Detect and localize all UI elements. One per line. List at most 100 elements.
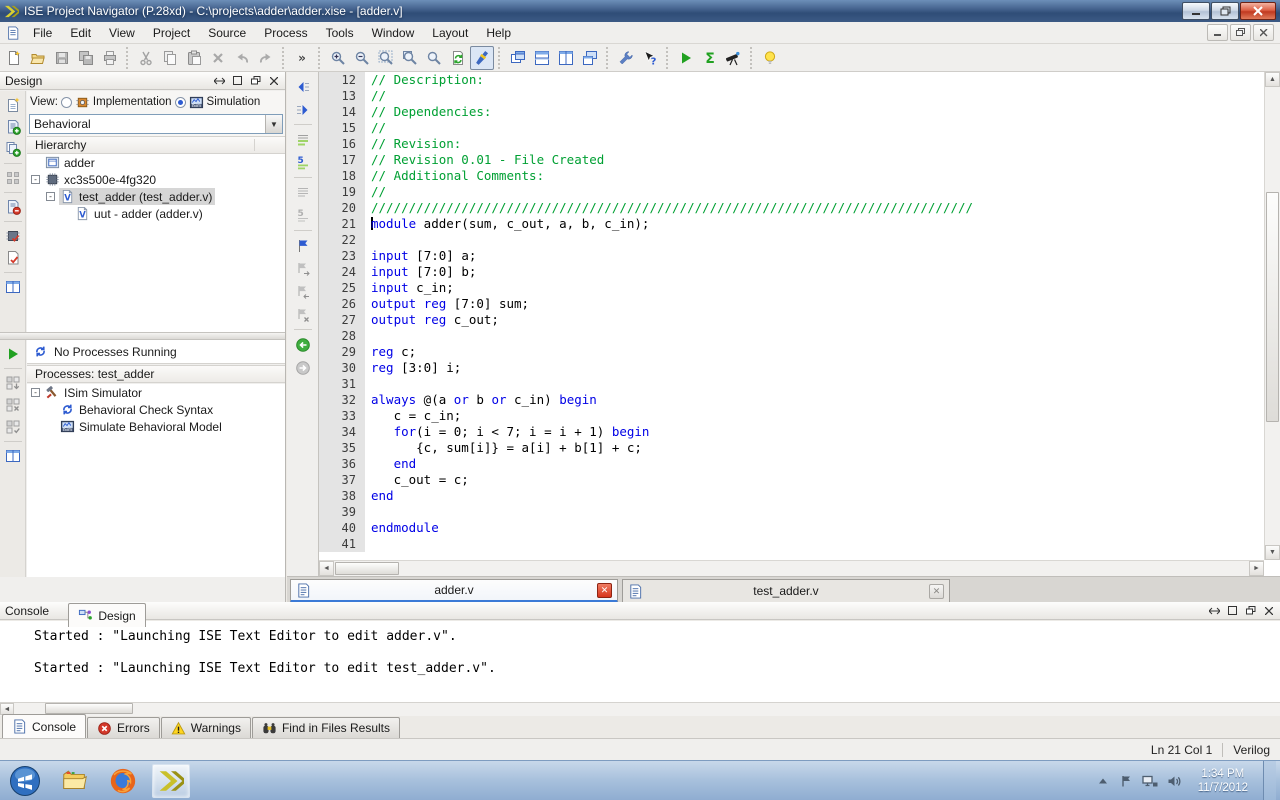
code-line[interactable]: 35 {c, sum[i]} = a[i] + b[1] + c; xyxy=(319,440,1264,456)
code-line[interactable]: 38end xyxy=(319,488,1264,504)
code-line[interactable]: 40endmodule xyxy=(319,520,1264,536)
code-line[interactable]: 21module adder(sum, c_out, a, b, c_in); xyxy=(319,216,1264,232)
telescope-button[interactable] xyxy=(722,46,746,70)
scroll-down-icon[interactable]: ▼ xyxy=(1265,545,1280,560)
proc-check-button[interactable] xyxy=(2,416,24,438)
float-win-button[interactable] xyxy=(578,46,602,70)
squares-button[interactable] xyxy=(2,167,24,189)
save-button[interactable] xyxy=(50,46,74,70)
columns-button[interactable] xyxy=(2,276,24,298)
code-line[interactable]: 25input c_in; xyxy=(319,280,1264,296)
save-all-button[interactable] xyxy=(74,46,98,70)
src-remove-button[interactable] xyxy=(2,196,24,218)
fwd-circle-button[interactable] xyxy=(291,356,315,379)
proc-down-button[interactable] xyxy=(2,372,24,394)
code-line[interactable]: 28 xyxy=(319,328,1264,344)
console-restore-icon[interactable] xyxy=(1244,604,1257,617)
code-line[interactable]: 39 xyxy=(319,504,1264,520)
tree-row[interactable]: -xc3s500e-4fg320 xyxy=(27,171,285,188)
bm-blue-button[interactable] xyxy=(291,234,315,257)
sigma-button[interactable]: Σ xyxy=(698,46,722,70)
bulb-button[interactable] xyxy=(758,46,782,70)
tree-row[interactable]: -ISim Simulator xyxy=(27,384,285,401)
code-line[interactable]: 16// Revision: xyxy=(319,136,1264,152)
mdi-close-button[interactable] xyxy=(1253,24,1274,41)
code-line[interactable]: 19// xyxy=(319,184,1264,200)
expand-toggle-icon[interactable]: - xyxy=(46,192,55,201)
tree-item[interactable]: Behavioral Check Syntax xyxy=(59,401,216,418)
nav-next-button[interactable] xyxy=(291,98,315,121)
code-line[interactable]: 33 c = c_in; xyxy=(319,408,1264,424)
action-center-flag-icon[interactable] xyxy=(1118,773,1134,789)
taskbar-firefox-button[interactable] xyxy=(104,764,142,798)
mdi-restore-button[interactable] xyxy=(1230,24,1251,41)
scroll-left-icon[interactable]: ◄ xyxy=(319,561,334,576)
code-line[interactable]: 27output reg c_out; xyxy=(319,312,1264,328)
back-circle-button[interactable] xyxy=(291,333,315,356)
view-radio-implementation[interactable] xyxy=(61,97,72,108)
menu-help[interactable]: Help xyxy=(477,24,520,42)
panel-float-icon[interactable] xyxy=(213,74,226,87)
console-close-icon[interactable] xyxy=(1262,604,1275,617)
console-tab-find-in-files-results[interactable]: Find in Files Results xyxy=(252,717,400,738)
paste-button[interactable] xyxy=(182,46,206,70)
menu-view[interactable]: View xyxy=(100,24,144,42)
scroll-right-icon[interactable]: ► xyxy=(1249,561,1264,576)
code-line[interactable]: 26output reg [7:0] sum; xyxy=(319,296,1264,312)
view-radio-simulation[interactable] xyxy=(175,97,186,108)
chip-check-button[interactable] xyxy=(2,225,24,247)
view-option-label[interactable]: Implementation xyxy=(93,96,172,108)
editor-tab-test_adder-v[interactable]: test_adder.v✕ xyxy=(622,579,950,603)
restore-button[interactable] xyxy=(1211,2,1239,20)
cascade-button[interactable] xyxy=(506,46,530,70)
code-area[interactable]: 12// Description: 13// 14// Dependencies… xyxy=(319,72,1264,560)
zoom-out-button[interactable] xyxy=(350,46,374,70)
tile-v-button[interactable] xyxy=(554,46,578,70)
close-button[interactable] xyxy=(1240,2,1276,20)
start-button[interactable] xyxy=(8,764,42,798)
tree-row[interactable]: Vuut - adder (adder.v) xyxy=(27,205,285,222)
menu-process[interactable]: Process xyxy=(255,24,316,42)
taskbar-clock[interactable]: 1:34 PM 11/7/2012 xyxy=(1190,767,1256,795)
wrench-button[interactable] xyxy=(614,46,638,70)
tree-row[interactable]: Behavioral Check Syntax xyxy=(27,401,285,418)
delete-button[interactable] xyxy=(206,46,230,70)
panel-splitter[interactable] xyxy=(0,332,285,340)
code-line[interactable]: 24input [7:0] b; xyxy=(319,264,1264,280)
flashlight-button[interactable] xyxy=(470,46,494,70)
zoom-plain-button[interactable] xyxy=(422,46,446,70)
bm-prev-button[interactable] xyxy=(291,280,315,303)
editor-vertical-scrollbar[interactable]: ▲ ▼ xyxy=(1264,72,1280,560)
console-tab-errors[interactable]: Errors xyxy=(87,717,160,738)
code-line[interactable]: 13// xyxy=(319,88,1264,104)
zoom-full-button[interactable] xyxy=(374,46,398,70)
menu-file[interactable]: File xyxy=(24,24,61,42)
redo-button[interactable] xyxy=(254,46,278,70)
code-line[interactable]: 37 c_out = c; xyxy=(319,472,1264,488)
volume-icon[interactable] xyxy=(1166,773,1183,789)
menu-layout[interactable]: Layout xyxy=(423,24,477,42)
src-new-button[interactable] xyxy=(2,94,24,116)
console-scroll-thumb[interactable] xyxy=(45,703,133,714)
tab-close-icon[interactable]: ✕ xyxy=(929,584,944,599)
code-line[interactable]: 12// Description: xyxy=(319,72,1264,88)
run-button[interactable] xyxy=(674,46,698,70)
open-folder-button[interactable] xyxy=(26,46,50,70)
console-float-icon[interactable] xyxy=(1208,604,1221,617)
lines-gray-button[interactable] xyxy=(291,181,315,204)
undo-green-button[interactable]: 5 xyxy=(291,151,315,174)
undo-gray-button[interactable]: 5 xyxy=(291,204,315,227)
tile-h-button[interactable] xyxy=(530,46,554,70)
panel-tab-design[interactable]: Design xyxy=(68,603,145,627)
panel-close-icon[interactable] xyxy=(267,74,280,87)
code-line[interactable]: 20//////////////////////////////////////… xyxy=(319,200,1264,216)
tree-item[interactable]: Vuut - adder (adder.v) xyxy=(74,205,206,222)
tree-item[interactable]: xc3s500e-4fg320 xyxy=(44,171,159,188)
bm-clear-button[interactable] xyxy=(291,303,315,326)
code-line[interactable]: 22 xyxy=(319,232,1264,248)
code-line[interactable]: 34 for(i = 0; i < 7; i = i + 1) begin xyxy=(319,424,1264,440)
tree-row[interactable]: ISimSimulate Behavioral Model xyxy=(27,418,285,435)
src-add-button[interactable] xyxy=(2,116,24,138)
design-view-dropdown[interactable]: Behavioral ▼ xyxy=(29,114,283,134)
panel-maximize-icon[interactable] xyxy=(231,74,244,87)
